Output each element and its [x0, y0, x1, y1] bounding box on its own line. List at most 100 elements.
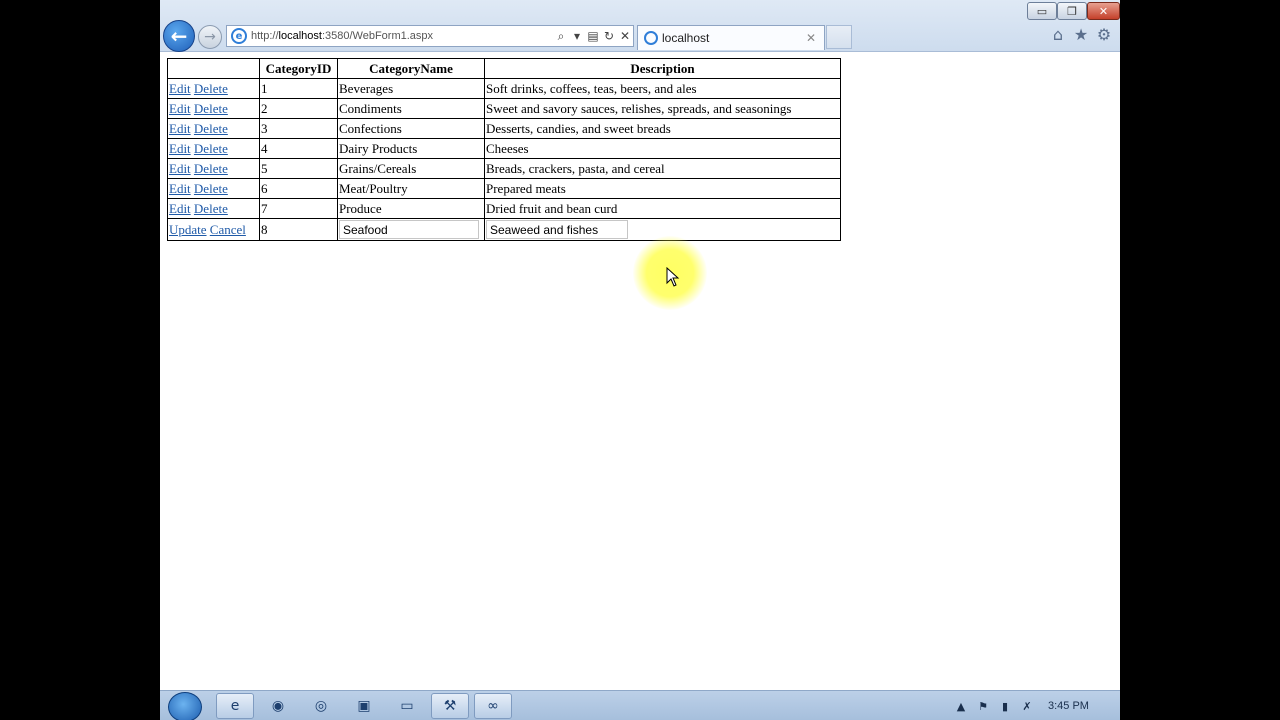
categories-gridview: CategoryID CategoryName Description Edit… — [167, 58, 841, 241]
edit-link[interactable]: Edit — [169, 81, 191, 96]
header-row: CategoryID CategoryName Description — [167, 58, 841, 79]
action-center-icon[interactable]: ⚑ — [972, 700, 994, 713]
category-id-cell: 6 — [259, 178, 338, 199]
ie-page-icon: e — [231, 28, 247, 44]
compat-view-icon[interactable]: ▤ — [585, 29, 601, 43]
tab-localhost[interactable]: localhost ✕ — [637, 25, 825, 50]
edit-link[interactable]: Edit — [169, 101, 191, 116]
table-row: Edit Delete 7 Produce Dried fruit and bean … — [167, 198, 841, 219]
home-icon[interactable]: ⌂ — [1049, 26, 1067, 44]
header-categoryid: CategoryID — [259, 58, 338, 79]
power-icon[interactable]: ▮ — [994, 700, 1016, 713]
taskbar-folder-icon[interactable]: ▭ — [388, 693, 426, 719]
minimize-button[interactable]: ▭ — [1027, 2, 1057, 20]
maximize-button[interactable]: ❐ — [1057, 2, 1087, 20]
close-window-button[interactable]: ✕ — [1087, 2, 1120, 20]
category-name-cell: Dairy Products — [337, 138, 485, 159]
description-input[interactable] — [486, 220, 628, 239]
taskbar: e ◉ ◎ ▣ ▭ ⚒ ∞ ▲ ⚑ ▮ ✗ 3:45 PM — [160, 690, 1120, 720]
forward-button[interactable]: → — [198, 25, 222, 49]
table-row-editing: Update Cancel 8 — [167, 218, 841, 241]
category-id-cell: 3 — [259, 118, 338, 139]
row-commands: Edit Delete — [167, 158, 260, 179]
edit-link[interactable]: Edit — [169, 141, 191, 156]
delete-link[interactable]: Delete — [194, 161, 228, 176]
row-commands: Edit Delete — [167, 78, 260, 99]
forward-arrow-icon: → — [204, 29, 216, 45]
delete-link[interactable]: Delete — [194, 121, 228, 136]
category-id-cell: 2 — [259, 98, 338, 119]
row-commands: Edit Delete — [167, 138, 260, 159]
description-cell: Desserts, candies, and sweet breads — [484, 118, 841, 139]
new-tab-button[interactable] — [826, 25, 852, 49]
refresh-icon[interactable]: ↻ — [601, 29, 617, 43]
taskbar-firefox-icon[interactable]: ◉ — [259, 693, 297, 719]
back-arrow-icon: ← — [170, 24, 188, 48]
category-name-edit-cell — [337, 218, 485, 241]
row-commands: Edit Delete — [167, 118, 260, 139]
gear-icon[interactable]: ⚙ — [1095, 26, 1113, 44]
tab-close-icon[interactable]: ✕ — [806, 31, 824, 45]
address-host: localhost — [278, 30, 322, 42]
description-cell: Breads, crackers, pasta, and cereal — [484, 158, 841, 179]
edit-link[interactable]: Edit — [169, 201, 191, 216]
row-commands: Edit Delete — [167, 98, 260, 119]
category-id-cell: 7 — [259, 198, 338, 219]
mouse-cursor-icon — [666, 267, 680, 287]
description-cell: Soft drinks, coffees, teas, beers, and a… — [484, 78, 841, 99]
page-content: CategoryID CategoryName Description Edit… — [160, 52, 1120, 690]
update-link[interactable]: Update — [169, 222, 207, 237]
table-row: Edit Delete 6 Meat/Poultry Prepared meats — [167, 178, 841, 199]
delete-link[interactable]: Delete — [194, 181, 228, 196]
back-button[interactable]: ← — [163, 20, 195, 52]
network-icon[interactable]: ✗ — [1016, 700, 1038, 713]
taskbar-chrome-icon[interactable]: ◎ — [302, 693, 340, 719]
start-button[interactable] — [168, 692, 202, 720]
header-description: Description — [484, 58, 841, 79]
search-icon[interactable]: ⌕ — [553, 29, 569, 44]
category-name-cell: Condiments — [337, 98, 485, 119]
system-tray: ▲ ⚑ ▮ ✗ 3:45 PM — [950, 691, 1120, 720]
edit-link[interactable]: Edit — [169, 181, 191, 196]
address-prefix: http:// — [251, 30, 279, 42]
stop-icon[interactable]: ✕ — [617, 29, 633, 43]
delete-link[interactable]: Delete — [194, 101, 228, 116]
taskbar-ie-icon[interactable]: e — [216, 693, 254, 719]
clock[interactable]: 3:45 PM — [1048, 700, 1089, 712]
table-row: Edit Delete 4 Dairy Products Cheeses — [167, 138, 841, 159]
show-hidden-icons-icon[interactable]: ▲ — [950, 700, 972, 713]
delete-link[interactable]: Delete — [194, 81, 228, 96]
table-row: Edit Delete 3 Confections Desserts, candies… — [167, 118, 841, 139]
table-row: Edit Delete 2 Condiments Sweet and savory s… — [167, 98, 841, 119]
category-id-cell: 4 — [259, 138, 338, 159]
row-commands: Edit Delete — [167, 198, 260, 219]
category-id-cell: 5 — [259, 158, 338, 179]
browser-chrome: ▭ ❐ ✕ ← → e http://localhost:3580/WebFor… — [160, 0, 1120, 52]
edit-link[interactable]: Edit — [169, 121, 191, 136]
browser-screen: ▭ ❐ ✕ ← → e http://localhost:3580/WebFor… — [160, 0, 1120, 720]
address-text[interactable]: http://localhost:3580/WebForm1.aspx — [251, 30, 553, 42]
category-name-cell: Beverages — [337, 78, 485, 99]
row-commands: Update Cancel — [167, 218, 260, 241]
taskbar-tool-icon[interactable]: ⚒ — [431, 693, 469, 719]
dropdown-arrow-icon[interactable]: ▾ — [569, 29, 585, 43]
edit-link[interactable]: Edit — [169, 161, 191, 176]
tab-label: localhost — [662, 31, 710, 45]
cancel-link[interactable]: Cancel — [210, 222, 246, 237]
address-bar[interactable]: e http://localhost:3580/WebForm1.aspx ⌕ … — [226, 25, 634, 47]
taskbar-app-icon[interactable]: ▣ — [345, 693, 383, 719]
delete-link[interactable]: Delete — [194, 201, 228, 216]
taskbar-vs-icon[interactable]: ∞ — [474, 693, 512, 719]
header-categoryname: CategoryName — [337, 58, 485, 79]
description-cell: Prepared meats — [484, 178, 841, 199]
category-name-cell: Produce — [337, 198, 485, 219]
description-cell: Cheeses — [484, 138, 841, 159]
ie-tab-icon — [644, 31, 658, 45]
delete-link[interactable]: Delete — [194, 141, 228, 156]
category-name-cell: Confections — [337, 118, 485, 139]
table-row: Edit Delete 5 Grains/Cereals Breads, cracke… — [167, 158, 841, 179]
category-name-input[interactable] — [339, 220, 479, 239]
favorites-star-icon[interactable]: ★ — [1072, 26, 1090, 44]
address-path: :3580/WebForm1.aspx — [321, 30, 434, 42]
category-name-cell: Meat/Poultry — [337, 178, 485, 199]
